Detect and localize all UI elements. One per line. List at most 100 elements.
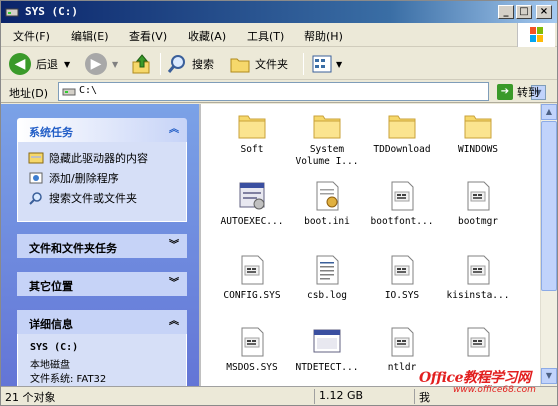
menu-bar: 文件(F) 编辑(E) 查看(V) 收藏(A) 工具(T) 帮助(H) — [1, 23, 557, 47]
file-name: TDDownload — [373, 144, 431, 155]
scroll-down-button[interactable]: ▼ — [541, 368, 557, 384]
task-pane: 系统任务 ︽ 隐藏此驱动器的内容 添加/删除程序 搜索文件或文件夹 文件和文件夹… — [1, 104, 199, 386]
views-icon — [312, 55, 332, 73]
drive-icon — [62, 88, 76, 96]
file-item[interactable]: kisinsta... — [439, 254, 517, 316]
close-button[interactable]: × — [536, 5, 552, 19]
file-list: Soft System Volume I... TDDownload WINDOWS A… — [201, 104, 540, 386]
file-name: bootmgr — [457, 216, 499, 227]
system-file-icon — [241, 255, 264, 285]
file-item[interactable]: csb.log — [288, 254, 366, 316]
task-hide-drive-contents[interactable]: 隐藏此驱动器的内容 — [28, 150, 148, 166]
file-item[interactable]: IO.SYS — [363, 254, 441, 316]
config-file-icon — [316, 181, 339, 211]
file-item[interactable]: NTDETECT... — [288, 326, 366, 386]
add-remove-programs-icon — [29, 172, 43, 184]
other-places-title: 其它位置 — [29, 280, 73, 293]
chevron-up-icon[interactable]: ︽ — [167, 123, 181, 137]
menu-file[interactable]: 文件(F) — [13, 28, 50, 44]
file-item[interactable]: AUTOEXEC... — [213, 180, 291, 242]
file-item[interactable]: MSDOS.SYS — [213, 326, 291, 386]
file-name: IO.SYS — [384, 290, 420, 301]
go-button[interactable]: ➔ 转到 — [497, 83, 539, 101]
chevron-down-icon[interactable]: ︾ — [167, 277, 181, 291]
chevron-down-icon: ▼ — [64, 59, 71, 69]
file-item[interactable]: TDDownload — [363, 108, 441, 170]
file-name: System Volume I... — [295, 144, 359, 167]
toolbar-divider — [303, 53, 304, 75]
status-object-count: 21 个对象 — [5, 391, 56, 404]
file-name: bootfont... — [370, 216, 434, 227]
go-label: 转到 — [517, 86, 539, 99]
go-arrow-icon: ➔ — [497, 84, 513, 100]
back-label: 后退 — [36, 58, 58, 71]
chevron-down-icon[interactable]: ︾ — [167, 239, 181, 253]
watermark-brand: Office教程学习网 — [419, 370, 531, 386]
file-item[interactable]: Soft — [213, 108, 291, 170]
folder-icon — [313, 115, 341, 139]
watermark-url: www.office68.com — [453, 385, 536, 395]
vertical-scrollbar[interactable]: ▲ ▼ — [540, 104, 557, 386]
file-folder-tasks-title: 文件和文件夹任务 — [29, 242, 117, 255]
details-header[interactable]: 详细信息 ︽ — [17, 310, 187, 334]
system-tasks-header[interactable]: 系统任务 ︽ — [17, 118, 187, 142]
file-item[interactable]: boot.ini — [288, 180, 366, 242]
task-label: 添加/删除程序 — [49, 172, 119, 185]
minimize-button[interactable]: _ — [498, 5, 514, 19]
address-bar: 地址(D) C:\ ▼ ➔ 转到 — [1, 81, 557, 103]
address-value: C:\ — [79, 85, 98, 96]
file-item[interactable]: System Volume I... — [288, 108, 366, 170]
text-file-icon — [316, 255, 339, 285]
system-file-icon — [467, 255, 490, 285]
system-file-icon — [467, 181, 490, 211]
search-icon — [167, 55, 185, 73]
file-item[interactable]: bootmgr — [439, 180, 517, 242]
other-places-header[interactable]: 其它位置 ︾ — [17, 272, 187, 296]
task-add-remove-programs[interactable]: 添加/删除程序 — [28, 170, 119, 186]
file-folder-tasks-header[interactable]: 文件和文件夹任务 ︾ — [17, 234, 187, 258]
chevron-down-icon: ▼ — [112, 59, 119, 69]
explorer-window: SYS (C:) _ □ × 文件(F) 编辑(E) 查看(V) 收藏(A) 工… — [0, 0, 558, 406]
system-file-icon — [467, 327, 490, 357]
maximize-button[interactable]: □ — [516, 5, 532, 19]
address-label: 地址(D) — [9, 87, 49, 100]
forward-button[interactable]: ▶ ▼ — [85, 52, 118, 76]
chevron-up-icon[interactable]: ︽ — [167, 315, 181, 329]
details-title: 详细信息 — [29, 318, 73, 331]
up-folder-button[interactable] — [131, 52, 153, 76]
address-input[interactable]: C:\ ▼ — [58, 82, 546, 101]
scroll-thumb[interactable] — [541, 121, 557, 291]
views-button[interactable]: ▼ — [311, 52, 342, 76]
file-name: csb.log — [306, 290, 348, 301]
up-folder-icon — [132, 54, 150, 74]
folder-icon — [388, 115, 416, 139]
search-button[interactable]: 搜索 — [166, 52, 214, 76]
menu-view[interactable]: 查看(V) — [129, 28, 167, 44]
drive-icon — [5, 8, 19, 17]
folders-label: 文件夹 — [255, 58, 288, 71]
menu-tools[interactable]: 工具(T) — [247, 28, 284, 44]
system-tasks-title: 系统任务 — [29, 126, 73, 139]
menu-help[interactable]: 帮助(H) — [304, 28, 343, 44]
toolbar: ◀ 后退 ▼ ▶ ▼ 搜索 文件夹 ▼ — [1, 48, 557, 80]
title-bar[interactable]: SYS (C:) _ □ × — [1, 1, 557, 23]
window-title: SYS (C:) — [25, 5, 78, 18]
file-item[interactable]: CONFIG.SYS — [213, 254, 291, 316]
folders-button[interactable]: 文件夹 — [229, 52, 288, 76]
file-item[interactable]: bootfont... — [363, 180, 441, 242]
forward-arrow-icon: ▶ — [85, 53, 107, 75]
search-label: 搜索 — [192, 58, 214, 71]
search-icon — [29, 192, 42, 205]
system-tasks-body: 隐藏此驱动器的内容 添加/删除程序 搜索文件或文件夹 — [17, 142, 187, 222]
chevron-down-icon: ▼ — [336, 59, 343, 69]
task-search-files[interactable]: 搜索文件或文件夹 — [28, 190, 137, 206]
scroll-up-button[interactable]: ▲ — [541, 104, 557, 120]
menu-favorites[interactable]: 收藏(A) — [188, 28, 226, 44]
application-icon — [313, 329, 341, 353]
menu-edit[interactable]: 编辑(E) — [71, 28, 109, 44]
system-file-icon — [391, 255, 414, 285]
file-item[interactable]: WINDOWS — [439, 108, 517, 170]
back-arrow-icon: ◀ — [9, 53, 31, 75]
back-button[interactable]: ◀ 后退 ▼ — [9, 52, 70, 76]
details-filesystem: 文件系统: FAT32 — [30, 374, 107, 385]
